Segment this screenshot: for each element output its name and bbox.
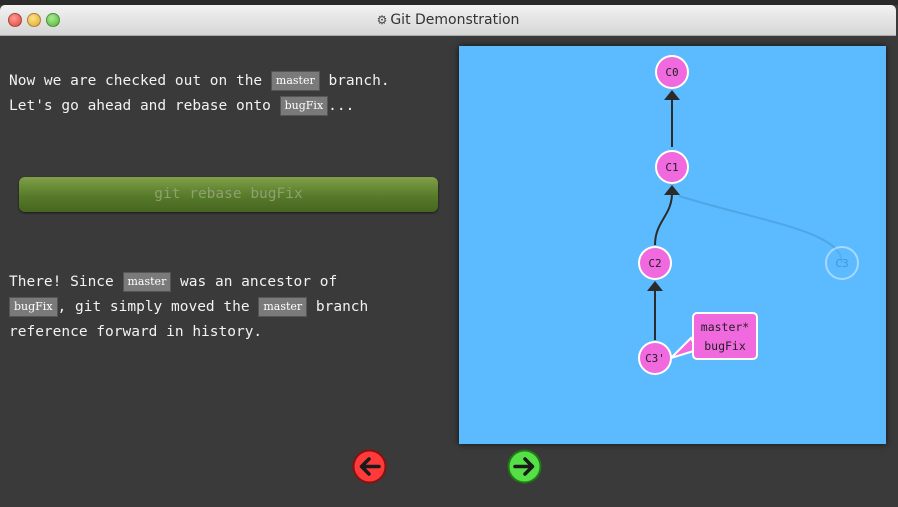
instruction-panel: Now we are checked out on the master bra… (0, 36, 450, 507)
previous-step-button[interactable] (352, 449, 387, 484)
commit-label: C1 (665, 161, 678, 174)
result-line-1: There! Since master was an ancestor of (9, 272, 338, 292)
edge-c2-c1 (654, 192, 673, 246)
code-master: master (270, 71, 320, 91)
commit-c0[interactable]: C0 (655, 55, 689, 89)
commit-label: C3' (645, 352, 665, 365)
git-graph-canvas: C0 C1 C2 C3 C3' master* bugFix (459, 46, 886, 444)
commit-label: C0 (665, 66, 678, 79)
commit-label: C3 (835, 257, 848, 270)
result-paragraph: There! Since master was an ancestor of b… (9, 270, 449, 345)
commit-label: C2 (648, 257, 661, 270)
next-step-button[interactable] (507, 449, 542, 484)
commit-c3-old[interactable]: C3 (825, 246, 859, 280)
branch-label-master-bugfix[interactable]: master* bugFix (670, 312, 758, 360)
run-command-button[interactable]: git rebase bugFix (19, 177, 438, 212)
branch-label-bugfix: bugFix (704, 339, 746, 353)
edge-c3-c1 (678, 195, 843, 264)
intro-line-2: Let's go ahead and rebase onto bugFix... (9, 96, 355, 116)
arrow-head-c0 (664, 90, 680, 100)
commit-c2[interactable]: C2 (638, 246, 672, 280)
result-line-2: bugFix, git simply moved the master bran… (9, 295, 449, 320)
window-title-text: Git Demonstration (390, 12, 520, 28)
code-master: master (122, 272, 172, 292)
intro-paragraph: Now we are checked out on the master bra… (9, 69, 449, 119)
result-line-3: reference forward in history. (9, 324, 263, 340)
arrow-head-c1 (664, 185, 680, 195)
app-window: ⚙ Git Demonstration Now we are checked ou… (0, 0, 898, 507)
code-master: master (258, 297, 308, 317)
gear-icon: ⚙ (376, 13, 388, 27)
intro-line-1: Now we are checked out on the master bra… (9, 71, 390, 91)
branch-label-master: master* (701, 320, 749, 334)
git-graph: C0 C1 C2 C3 C3' master* bugFix (638, 55, 859, 375)
code-bugfix: bugFix (279, 96, 329, 116)
window-title: ⚙ Git Demonstration (0, 5, 896, 35)
right-arrow-icon (507, 449, 542, 484)
code-bugfix: bugFix (9, 297, 58, 317)
title-bar: ⚙ Git Demonstration (0, 5, 896, 36)
left-arrow-icon (352, 449, 387, 484)
commit-c1[interactable]: C1 (655, 150, 689, 184)
arrow-head-c2 (647, 281, 663, 291)
commit-c3-prime[interactable]: C3' (638, 341, 672, 375)
